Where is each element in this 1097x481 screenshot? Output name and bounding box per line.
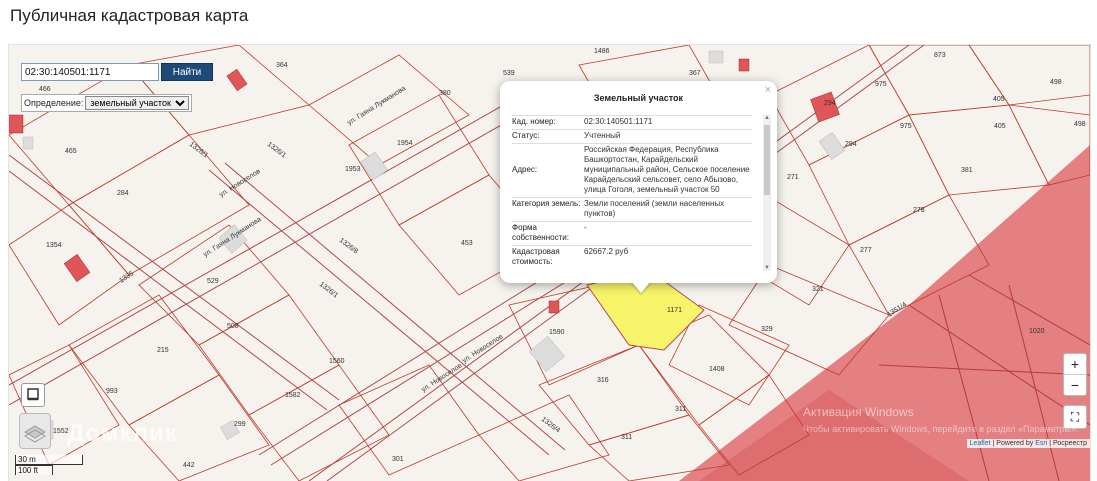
info-row: Кад. номер: 02:30:140501:1171 [512,115,752,129]
info-value: Земли поселений (земли населенных пункто… [584,199,725,218]
parcel-label: 278 [913,207,925,214]
parcel-label: 1953 [345,166,361,173]
parcel-label: 329 [761,326,773,333]
attribution-sep: | Powered by [990,440,1036,447]
scale-metric: 30 m [15,455,83,465]
info-value: Российская Федерация, Республика Башкорт… [584,145,750,194]
activation-notice-title: Активация Windows [803,405,914,419]
popup-info-table: Кад. номер: 02:30:140501:1171 Статус: Уч… [512,115,752,271]
parcel-label: 1590 [549,329,565,336]
parcel-label: 1560 [329,358,345,365]
info-row: Форма собственности: - [512,221,752,245]
parcel-label: 294 [845,141,857,148]
parcel-label: 1954 [397,140,413,147]
info-row: Категория земель: Земли поселений (земли… [512,197,752,221]
parcel-label: 442 [183,462,195,469]
parcel-label: 498 [1050,79,1062,86]
parcel-label: 498 [1074,121,1086,128]
parcel-label: 975 [875,81,887,88]
parcel-label: 367 [689,70,701,77]
parcel-label: 873 [934,52,946,59]
scroll-thumb[interactable] [764,125,770,195]
basemap-switch-button[interactable] [19,413,51,449]
parcel-popup: × Земельный участок Кад. номер: 02:30:14… [500,81,777,283]
scroll-up-icon[interactable]: ▲ [763,115,771,121]
info-value: Учтенный [584,131,621,140]
definition-select[interactable]: земельный участок [85,96,190,110]
parcel-label: 364 [276,62,288,69]
info-label: Адрес: [512,165,538,174]
search-box: Найти [21,63,213,81]
parcel-label: 284 [117,190,129,197]
map-attribution: Leaflet | Powered by Esri | Росреестр [966,439,1090,448]
definition-label: Определение: [24,98,84,108]
find-button[interactable]: Найти [161,63,213,81]
parcel-label: 301 [392,456,404,463]
info-value: 02:30:140501:1171 [584,117,653,126]
layers-button[interactable] [21,383,45,407]
zoom-out-button[interactable]: − [1064,375,1086,395]
parcel-label: 508 [227,323,239,330]
activation-notice-text: Чтобы активировать Windows, перейдите в … [803,424,1079,434]
info-row: Кадастровая стоимость: 62667.2 руб [512,245,752,269]
zoom-in-button[interactable]: + [1064,354,1086,375]
parcel-label: 466 [39,86,51,93]
parcel-label: 311 [621,434,632,441]
fullscreen-icon: ⛶ [1070,410,1080,424]
parcel-label: 381 [961,167,973,174]
parcel-label: 277 [860,247,872,254]
parcel-label: 321 [812,286,824,293]
parcel-label: 975 [900,123,912,130]
popup-scrollbar[interactable]: ▲ ▼ [763,115,771,271]
definition-row: Определение: земельный участок [21,94,193,112]
parcel-label: 299 [234,421,246,428]
parcel-label: 1354 [46,242,62,249]
parcel-label: 1582 [285,392,301,399]
info-label: Форма собственности: [512,223,569,242]
parcel-label: 215 [157,347,169,354]
parcel-label: 294 [824,100,836,107]
scroll-down-icon[interactable]: ▼ [763,265,771,271]
info-value: 62667.2 руб [584,247,629,256]
map-scale: 30 m 100 ft [15,455,83,475]
domclick-watermark: Домклик [67,420,178,447]
cadastral-number-input[interactable] [21,63,159,81]
parcel-label: 539 [503,70,515,77]
leaflet-link[interactable]: Leaflet [970,440,991,447]
basemap-icon [24,425,46,443]
parcel-label: 1171 [667,307,682,314]
attribution-rosreestr: | Росреестр [1047,440,1087,447]
parcel-label: 380 [439,90,451,97]
info-label: Кад. номер: [512,117,556,126]
popup-tip [631,281,651,293]
esri-link[interactable]: Esri [1035,440,1047,447]
page-title: Публичная кадастровая карта [10,6,249,25]
parcel-label: 465 [65,148,77,155]
parcel-label: 311 [675,406,686,413]
info-row: Статус: Учтенный [512,129,752,143]
layers-icon [27,388,39,401]
parcel-label: 453 [461,240,473,247]
cadastral-map[interactable]: 364 1486 539 367 873 975 498 405 466 465… [8,44,1091,481]
info-value: - [584,223,587,232]
zoom-control: + − [1063,353,1087,396]
info-label: Категория земель: [512,199,581,208]
info-row: Адрес: Российская Федерация, Республика … [512,143,752,197]
info-label: Кадастровая стоимость: [512,247,560,266]
parcel-label: 405 [993,96,1005,103]
info-label: Статус: [512,131,540,140]
popup-title: Земельный участок [593,93,684,103]
scale-imperial: 100 ft [15,465,53,475]
parcel-label: 993 [106,388,118,395]
parcel-label: 1020 [1029,328,1045,335]
parcel-label: 405 [994,123,1006,130]
parcel-label: 271 [787,174,799,181]
parcel-label: 316 [597,377,609,384]
parcel-label: 1408 [709,366,725,373]
parcel-label: 1486 [594,48,610,55]
parcel-label: 529 [207,278,219,285]
